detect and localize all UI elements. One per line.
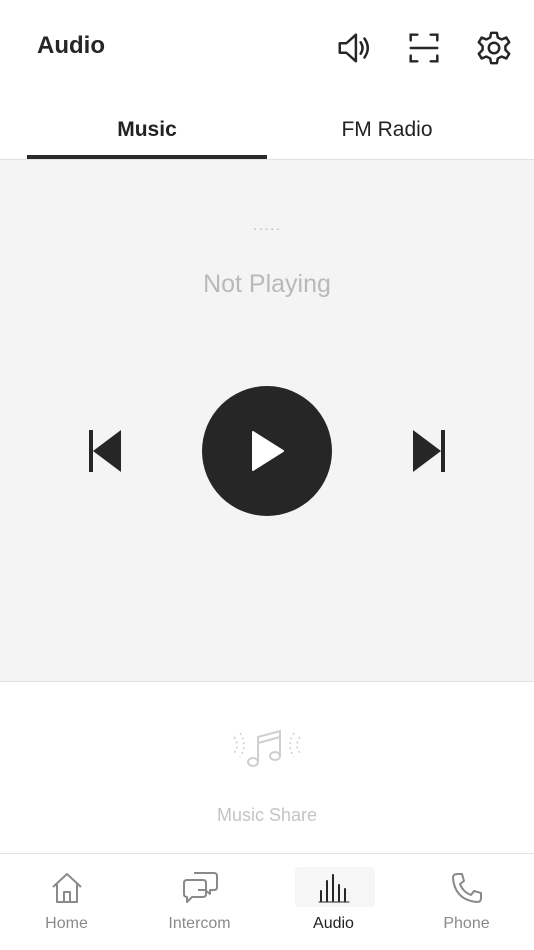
previous-track-button[interactable] [80, 426, 126, 476]
top-bar: Audio [0, 0, 534, 96]
audio-bars-icon [318, 874, 349, 903]
bottom-nav: Home Intercom Audio Phone [0, 855, 534, 950]
nav-item-phone[interactable]: Phone [400, 855, 533, 950]
music-note-icon [233, 729, 301, 767]
active-tab-indicator [27, 155, 267, 159]
phone-icon [451, 873, 482, 903]
music-share-button[interactable]: Music Share [0, 683, 534, 854]
nav-label-intercom: Intercom [168, 915, 231, 932]
next-track-button[interactable] [408, 426, 454, 476]
gear-icon[interactable] [474, 28, 514, 68]
previous-track-icon [89, 430, 121, 472]
nav-label-audio: Audio [313, 915, 354, 932]
play-button[interactable] [202, 386, 332, 516]
nav-label-phone: Phone [443, 915, 490, 932]
scan-icon[interactable] [404, 28, 444, 68]
music-share-label: Music Share [216, 805, 318, 825]
play-icon [252, 431, 284, 471]
nav-item-home[interactable]: Home [0, 855, 133, 950]
app-root: Audio Music FM Radio ····· Not Playing M… [0, 0, 534, 950]
nav-item-audio[interactable]: Audio [267, 855, 400, 950]
playback-status: Not Playing [203, 270, 331, 298]
tab-fm-radio[interactable]: FM Radio [267, 100, 507, 160]
next-track-icon [413, 430, 445, 472]
chat-bubbles-icon [182, 872, 218, 903]
tab-bar: Music FM Radio [0, 100, 534, 160]
track-indicator: ····· [252, 220, 282, 236]
nav-item-intercom[interactable]: Intercom [133, 855, 266, 950]
home-icon [51, 873, 82, 903]
speaker-volume-icon[interactable] [334, 28, 374, 68]
page-title: Audio [37, 32, 105, 59]
tab-music[interactable]: Music [27, 100, 267, 160]
nav-label-home: Home [45, 915, 88, 932]
player-panel: ····· Not Playing [0, 160, 534, 682]
